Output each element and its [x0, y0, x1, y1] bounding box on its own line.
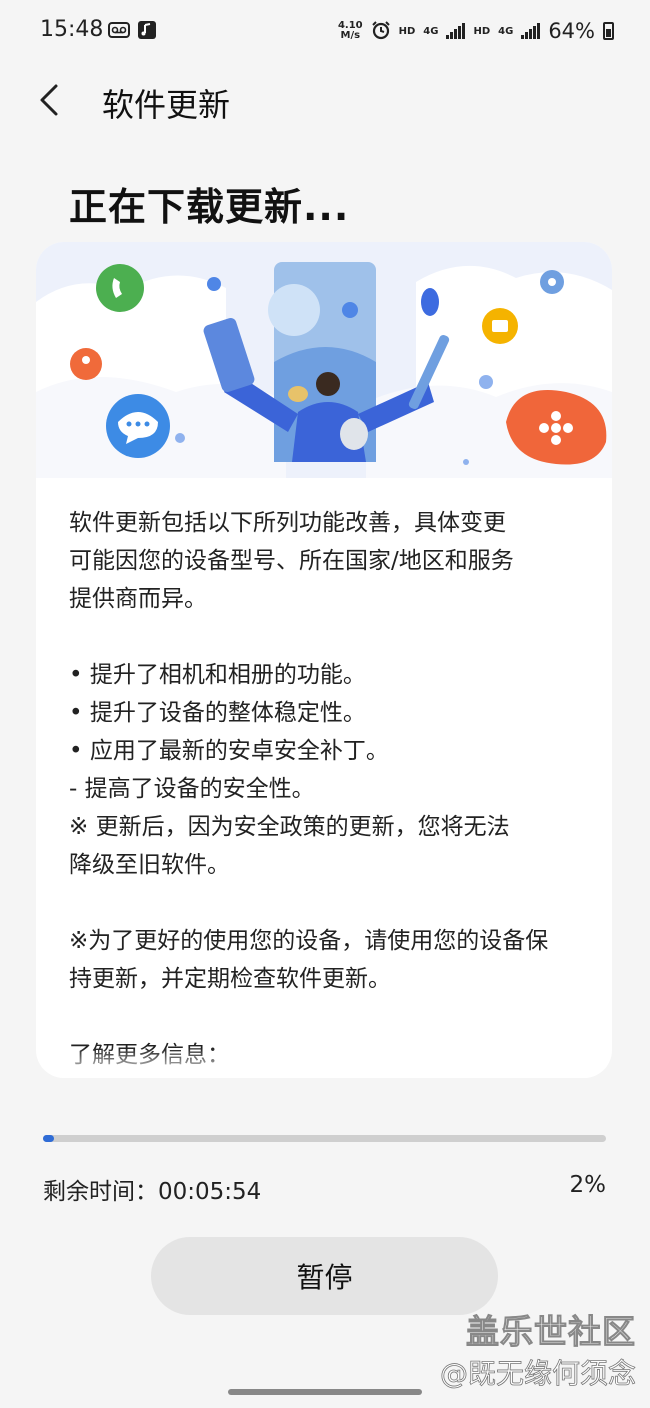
progress-percent: 2%	[569, 1172, 607, 1198]
page-title: 软件更新	[102, 86, 231, 124]
release-notes-note: ※为了更好的使用您的设备，请使用您的设备保 持更新，并定期检查软件更新。	[69, 928, 549, 992]
network-type-2: 4G	[498, 25, 514, 37]
release-note-item: • 应用了最新的安卓安全补丁。	[69, 738, 389, 764]
download-progress-bar	[43, 1135, 606, 1142]
hd-label-2: HD	[473, 25, 491, 37]
remaining-time: 剩余时间：00:05:54	[43, 1172, 261, 1206]
remaining-time-label: 剩余时间：	[43, 1179, 158, 1205]
alarm-icon	[371, 20, 391, 43]
status-time: 15:48	[40, 17, 104, 42]
remaining-time-value: 00:05:54	[158, 1179, 262, 1205]
release-note-item: ※ 更新后，因为安全政策的更新，您将无法 降级至旧软件。	[69, 814, 510, 878]
watermark-author: @既无缘何须念	[439, 1357, 637, 1391]
net-speed: 4.10 M/s	[338, 21, 363, 41]
status-bar: 15:48 4.10 M/s HD 4G HD 4G 64%	[0, 0, 650, 62]
battery-percent: 64%	[548, 19, 595, 43]
release-note-item: • 提升了设备的整体稳定性。	[69, 700, 366, 726]
signal-icon	[446, 23, 466, 39]
scroll-fade	[36, 1048, 612, 1078]
status-indicators: 4.10 M/s HD 4G HD 4G 64%	[338, 14, 614, 48]
download-heading: 正在下载更新...	[69, 185, 350, 229]
music-note-icon	[137, 20, 159, 40]
update-illustration	[36, 242, 612, 478]
release-note-item: - 提高了设备的安全性。	[69, 776, 315, 802]
release-notes: 软件更新包括以下所列功能改善，具体变更 可能因您的设备型号、所在国家/地区和服务…	[69, 504, 589, 1078]
watermark-community: 盖乐世社区	[466, 1312, 636, 1352]
chevron-left-icon	[40, 84, 58, 116]
release-note-item: • 提升了相机和相册的功能。	[69, 662, 366, 688]
net-speed-unit: M/s	[340, 30, 361, 41]
release-notes-intro: 软件更新包括以下所列功能改善，具体变更 可能因您的设备型号、所在国家/地区和服务…	[69, 510, 514, 612]
signal-icon	[521, 23, 541, 39]
back-button[interactable]	[30, 78, 74, 122]
battery-icon	[603, 22, 614, 40]
download-progress-fill	[43, 1135, 55, 1142]
release-notes-card[interactable]: 软件更新包括以下所列功能改善，具体变更 可能因您的设备型号、所在国家/地区和服务…	[36, 242, 612, 1078]
network-type-1: 4G	[423, 25, 439, 37]
voicemail-icon	[108, 20, 130, 40]
home-indicator[interactable]	[228, 1389, 422, 1395]
pause-button[interactable]: 暂停	[151, 1237, 498, 1315]
hd-label-1: HD	[398, 25, 416, 37]
